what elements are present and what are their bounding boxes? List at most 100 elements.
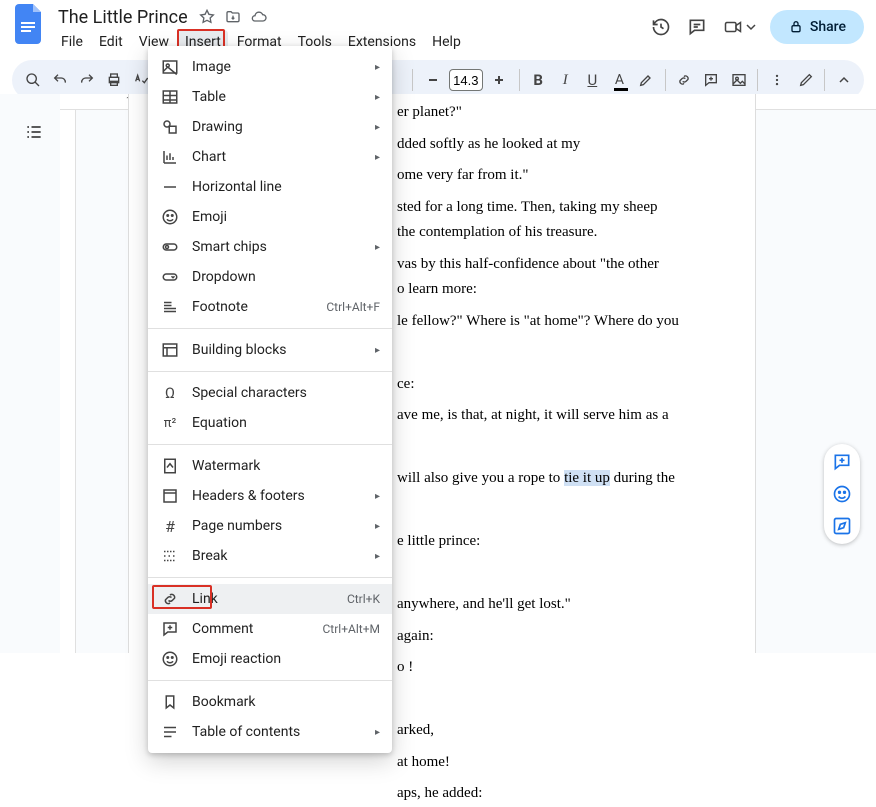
document-title[interactable]: The Little Prince — [54, 7, 192, 28]
comments-icon[interactable] — [686, 16, 708, 38]
dd-horizontal-line[interactable]: Horizontal line — [148, 172, 392, 202]
star-icon[interactable] — [198, 8, 216, 26]
insert-link-icon[interactable] — [672, 66, 697, 94]
dd-emoji-reaction[interactable]: Emoji reaction — [148, 644, 392, 674]
text-line[interactable]: at home! — [397, 750, 695, 776]
dd-link[interactable]: LinkCtrl+K — [148, 584, 392, 614]
omega-icon: Ω — [160, 383, 180, 403]
footnote-icon — [160, 297, 180, 317]
table-icon — [160, 87, 180, 107]
comment-actions-pill — [824, 444, 860, 544]
text-line[interactable]: dded softly as he looked at my — [397, 132, 695, 158]
text-line[interactable]: o ! — [397, 655, 695, 681]
dd-footnote[interactable]: FootnoteCtrl+Alt+F — [148, 292, 392, 322]
text-line[interactable]: le fellow?" Where is "at home"? Where do… — [397, 309, 695, 335]
text-line[interactable]: e little prince: — [397, 529, 695, 555]
vertical-ruler[interactable] — [60, 110, 76, 653]
selected-text[interactable]: tie it up — [564, 470, 610, 486]
font-size-control — [419, 66, 513, 94]
text-line[interactable]: ave me, is that, at night, it will serve… — [397, 403, 695, 429]
suggest-edits-icon[interactable] — [830, 514, 854, 538]
emoji-icon — [160, 207, 180, 227]
text-line[interactable]: will also give you a rope to tie it up d… — [397, 466, 695, 492]
text-line[interactable]: anywhere, and he'll get lost." — [397, 592, 695, 618]
dd-bookmark[interactable]: Bookmark — [148, 687, 392, 717]
font-size-input[interactable] — [449, 69, 483, 91]
dd-dropdown[interactable]: Dropdown — [148, 262, 392, 292]
redo-icon[interactable] — [74, 66, 99, 94]
menu-help[interactable]: Help — [425, 30, 468, 54]
building-blocks-icon — [160, 340, 180, 360]
text-line[interactable]: er planet?" — [397, 100, 695, 126]
search-menus-icon[interactable] — [20, 66, 45, 94]
smart-chips-icon — [160, 237, 180, 257]
dd-watermark[interactable]: Watermark — [148, 451, 392, 481]
dd-emoji[interactable]: Emoji — [148, 202, 392, 232]
headers-icon — [160, 486, 180, 506]
header: The Little Prince File Edit View Insert … — [0, 0, 876, 54]
dd-equation[interactable]: π²Equation — [148, 408, 392, 438]
undo-icon[interactable] — [47, 66, 72, 94]
drawing-icon — [160, 117, 180, 137]
link-icon — [160, 589, 180, 609]
document-body[interactable]: er planet?" dded softly as he looked at … — [397, 100, 695, 807]
dd-smart-chips[interactable]: Smart chips▸ — [148, 232, 392, 262]
share-label: Share — [810, 19, 846, 35]
highlight-icon[interactable] — [634, 66, 659, 94]
header-actions: Share — [650, 6, 864, 44]
emoji-reaction-icon[interactable] — [830, 482, 854, 506]
comment-icon — [160, 619, 180, 639]
text-line[interactable]: aps, he added: — [397, 781, 695, 807]
outline-icon[interactable] — [16, 114, 52, 150]
underline-icon[interactable]: U — [580, 66, 605, 94]
menu-file[interactable]: File — [54, 30, 90, 54]
text-line[interactable]: again: — [397, 624, 695, 650]
print-icon[interactable] — [101, 66, 126, 94]
add-comment-icon[interactable] — [830, 450, 854, 474]
share-button[interactable]: Share — [770, 10, 864, 44]
add-comment-icon[interactable] — [699, 66, 724, 94]
bold-icon[interactable]: B — [526, 66, 551, 94]
docs-logo-icon[interactable] — [12, 6, 48, 42]
dd-comment[interactable]: CommentCtrl+Alt+M — [148, 614, 392, 644]
editing-mode-icon[interactable] — [793, 66, 818, 94]
move-icon[interactable] — [224, 8, 242, 26]
hash-icon: # — [160, 516, 180, 536]
dd-chart[interactable]: Chart▸ — [148, 142, 392, 172]
meet-button[interactable] — [722, 18, 756, 36]
dd-special-characters[interactable]: ΩSpecial characters — [148, 378, 392, 408]
text-line[interactable]: vas by this half-confidence about "the o… — [397, 252, 695, 303]
more-icon[interactable] — [764, 66, 789, 94]
dd-table[interactable]: Table▸ — [148, 82, 392, 112]
dd-drawing[interactable]: Drawing▸ — [148, 112, 392, 142]
chart-icon — [160, 147, 180, 167]
text-line[interactable]: ome very far from it." — [397, 163, 695, 189]
cloud-icon[interactable] — [250, 8, 268, 26]
toc-icon — [160, 722, 180, 742]
italic-icon[interactable]: I — [553, 66, 578, 94]
history-icon[interactable] — [650, 16, 672, 38]
dd-image[interactable]: Image▸ — [148, 52, 392, 82]
increase-font-icon[interactable] — [485, 66, 513, 94]
image-icon — [160, 57, 180, 77]
decrease-font-icon[interactable] — [419, 66, 447, 94]
text-color-icon[interactable]: A — [607, 66, 632, 94]
insert-dropdown: Image▸ Table▸ Drawing▸ Chart▸ Horizontal… — [148, 46, 392, 753]
bookmark-icon — [160, 692, 180, 712]
dd-headers-footers[interactable]: Headers & footers▸ — [148, 481, 392, 511]
emoji-icon — [160, 649, 180, 669]
dd-building-blocks[interactable]: Building blocks▸ — [148, 335, 392, 365]
insert-image-icon[interactable] — [726, 66, 751, 94]
text-line[interactable]: sted for a long time. Then, taking my sh… — [397, 195, 695, 246]
workspace: 1 2 3 4 5 6 7 er planet?" dded softly as… — [0, 94, 876, 653]
break-icon — [160, 546, 180, 566]
chevron-up-icon[interactable] — [831, 66, 856, 94]
dd-page-numbers[interactable]: #Page numbers▸ — [148, 511, 392, 541]
menu-edit[interactable]: Edit — [92, 30, 130, 54]
text-line[interactable]: arked, — [397, 718, 695, 744]
dropdown-icon — [160, 267, 180, 287]
dd-break[interactable]: Break▸ — [148, 541, 392, 571]
text-line[interactable]: ce: — [397, 372, 695, 398]
dd-toc[interactable]: Table of contents▸ — [148, 717, 392, 747]
outline-rail — [16, 114, 52, 150]
